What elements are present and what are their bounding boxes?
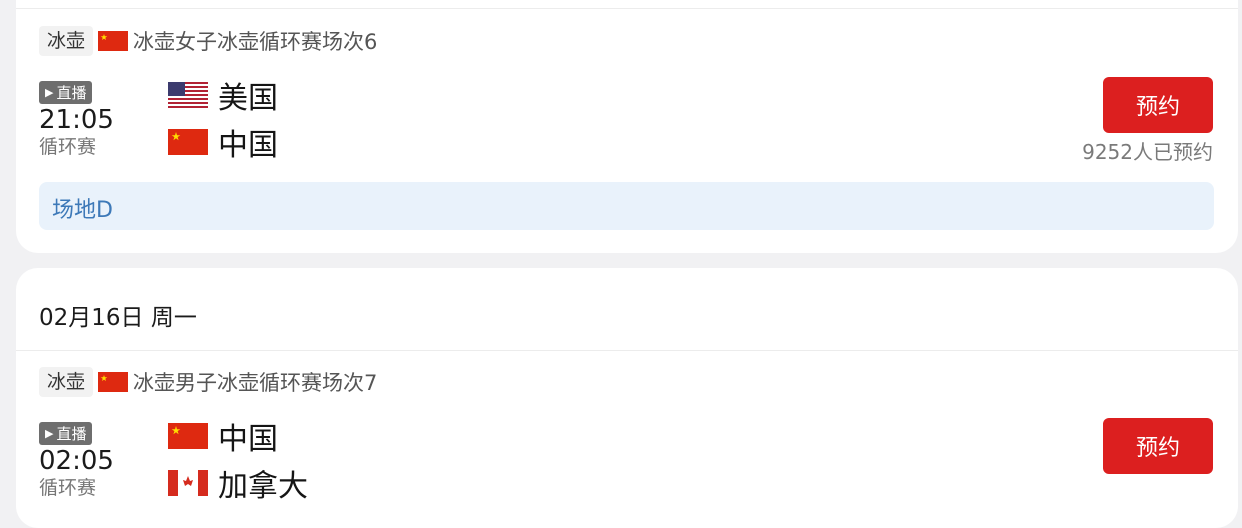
play-icon: ▶ (45, 86, 54, 99)
divider (16, 350, 1238, 351)
usa-flag-icon (168, 82, 208, 108)
match-stage: 循环赛 (39, 477, 97, 499)
match-card: 02月16日 周一 冰壶 冰壶男子冰壶循环赛场次7 ▶ 直播 02:05 循环赛… (16, 268, 1238, 528)
china-flag-icon (168, 423, 208, 449)
date-header: 02月16日 周一 (39, 305, 197, 331)
event-info: 冰壶 冰壶男子冰壶循环赛场次7 (39, 366, 377, 398)
team-row: 加拿大 (168, 463, 308, 504)
event-name: 冰壶女子冰壶循环赛场次6 (133, 30, 378, 54)
event-name: 冰壶男子冰壶循环赛场次7 (133, 371, 378, 395)
team-name: 美国 (218, 81, 278, 116)
sport-tag: 冰壶 (39, 367, 94, 397)
venue-bar: 场地D (39, 182, 1214, 230)
team-row: 中国 (168, 122, 278, 163)
play-icon: ▶ (45, 427, 54, 440)
canada-flag-icon (168, 470, 208, 496)
team-row: 美国 (168, 75, 278, 116)
book-count: 9252人已预约 (1082, 140, 1213, 164)
match-time-block: ▶ 直播 21:05 循环赛 (39, 81, 139, 159)
sport-tag: 冰壶 (39, 26, 94, 56)
match-time-block: ▶ 直播 02:05 循环赛 (39, 422, 139, 500)
china-flag-icon (98, 31, 129, 51)
match-time: 21:05 (39, 105, 114, 135)
venue-name: 场地D (52, 198, 113, 223)
live-badge[interactable]: ▶ 直播 (39, 81, 93, 104)
china-flag-icon (98, 372, 129, 392)
book-button[interactable]: 预约 (1103, 77, 1213, 133)
live-badge[interactable]: ▶ 直播 (39, 422, 93, 445)
team-row: 中国 (168, 416, 278, 457)
match-stage: 循环赛 (39, 136, 97, 158)
match-card: 冰壶 冰壶女子冰壶循环赛场次6 ▶ 直播 21:05 循环赛 美国 中国 预约 … (16, 0, 1238, 253)
team-name: 加拿大 (218, 469, 308, 504)
china-flag-icon (168, 129, 208, 155)
team-name: 中国 (218, 422, 278, 457)
book-button[interactable]: 预约 (1103, 418, 1213, 474)
team-name: 中国 (218, 128, 278, 163)
event-info: 冰壶 冰壶女子冰壶循环赛场次6 (39, 25, 377, 57)
divider (16, 8, 1238, 9)
match-time: 02:05 (39, 446, 114, 476)
